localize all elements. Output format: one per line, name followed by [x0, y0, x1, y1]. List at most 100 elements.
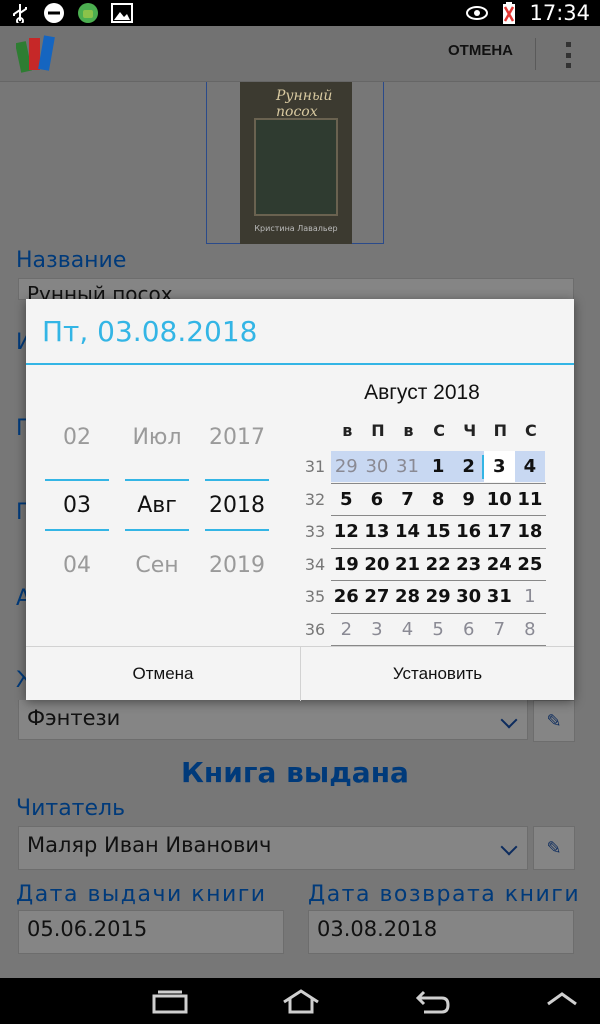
calendar-day[interactable]: 30 [453, 581, 484, 612]
name-label: Название [16, 248, 127, 273]
cover-title: Рунный посох [276, 88, 333, 120]
calendar-day[interactable]: 31 [484, 581, 515, 612]
month-next[interactable]: Сен [125, 553, 189, 578]
calendar-week-row: 33 12 13 14 15 16 17 18 [300, 516, 546, 549]
action-cancel-button[interactable]: ОТМЕНА [448, 42, 513, 59]
weekday-label: П [493, 421, 507, 440]
calendar-day[interactable]: 7 [392, 484, 423, 515]
calendar-day[interactable]: 5 [423, 614, 454, 645]
edit-reader-button[interactable]: ✎ [533, 826, 575, 870]
week-number: 31 [304, 457, 326, 476]
calendar-day[interactable]: 8 [423, 484, 454, 515]
calendar-grid: 31 29 30 31 1 2 3 4 32 5 6 7 8 9 10 11 33 12 13 14 15 16 17 18 3… [300, 451, 546, 646]
status-bar: 17:34 [0, 0, 600, 26]
calendar-day[interactable]: 15 [423, 516, 454, 547]
issue-date-label: Дата выдачи книги [16, 882, 267, 907]
weekday-label: Ч [463, 421, 477, 440]
reader-label: Читатель [16, 796, 126, 821]
calendar-day[interactable]: 3 [484, 451, 515, 482]
calendar-day[interactable]: 1 [515, 581, 546, 612]
calendar-day[interactable]: 20 [362, 549, 393, 580]
do-not-disturb-icon [42, 2, 66, 24]
calendar-day[interactable]: 5 [331, 484, 362, 515]
calendar-day[interactable]: 2 [331, 614, 362, 645]
edit-icon: ✎ [546, 837, 562, 859]
calendar-week-row: 34 19 20 21 22 23 24 25 [300, 549, 546, 581]
action-divider [535, 38, 536, 70]
spinner-divider [205, 479, 269, 481]
calendar-day[interactable]: 6 [453, 614, 484, 645]
spinner-divider [45, 529, 109, 531]
name-field[interactable]: Рунный посох [18, 278, 574, 300]
calendar-day[interactable]: 29 [423, 581, 454, 612]
calendar-day[interactable]: 18 [515, 516, 546, 547]
calendar-day[interactable]: 1 [422, 451, 454, 482]
month-prev[interactable]: Июл [125, 425, 189, 450]
calendar-day[interactable]: 4 [392, 614, 423, 645]
calendar-week-row: 36 2 3 4 5 6 7 8 [300, 614, 546, 646]
reader-value: Маляр Иван Иванович [27, 833, 272, 857]
calendar-day[interactable]: 7 [484, 614, 515, 645]
spinner-divider [205, 529, 269, 531]
calendar-day[interactable]: 8 [515, 614, 546, 645]
selected-day-marker [482, 455, 484, 479]
calendar-day[interactable]: 24 [484, 549, 515, 580]
calendar-day[interactable]: 22 [423, 549, 454, 580]
calendar-day[interactable]: 16 [453, 516, 484, 547]
day-next[interactable]: 04 [45, 553, 109, 578]
calendar-day[interactable]: 28 [392, 581, 423, 612]
calendar-day[interactable]: 3 [362, 614, 393, 645]
calendar-day[interactable]: 26 [331, 581, 362, 612]
calendar-day[interactable]: 2 [453, 451, 484, 482]
home-icon[interactable] [280, 988, 322, 1018]
recent-apps-icon[interactable] [152, 988, 188, 1018]
app-logo-icon[interactable] [14, 32, 58, 76]
day-current[interactable]: 03 [45, 493, 109, 518]
dialog-cancel-button[interactable]: Отмена [26, 647, 300, 701]
name-value: Рунный посох [27, 282, 173, 300]
calendar-day[interactable]: 9 [453, 484, 484, 515]
calendar-day[interactable]: 14 [392, 516, 423, 547]
date-picker-dialog: Пт, 03.08.2018 02 03 04 Июл Авг Сен 2017… [26, 299, 574, 701]
reader-select[interactable]: Маляр Иван Иванович [18, 826, 528, 870]
month-current[interactable]: Авг [125, 493, 189, 518]
calendar-day[interactable]: 4 [514, 451, 546, 482]
calendar-day[interactable]: 10 [484, 484, 515, 515]
issue-date-field[interactable]: 05.06.2015 [18, 910, 284, 954]
calendar-day[interactable]: 21 [392, 549, 423, 580]
android-icon [76, 2, 100, 24]
edit-genre-button[interactable]: ✎ [533, 700, 575, 742]
calendar-day[interactable]: 19 [331, 549, 362, 580]
spinner-divider [125, 529, 189, 531]
calendar-day[interactable]: 17 [484, 516, 515, 547]
calendar-day[interactable]: 6 [362, 484, 393, 515]
year-next[interactable]: 2019 [205, 553, 269, 578]
day-prev[interactable]: 02 [45, 425, 109, 450]
week-number: 35 [304, 587, 326, 606]
back-icon[interactable] [414, 988, 450, 1018]
book-cover-image[interactable]: Рунный посох Кристина Лавальер [240, 82, 352, 244]
return-date-field[interactable]: 03.08.2018 [308, 910, 574, 954]
chevron-up-icon[interactable] [546, 988, 578, 1012]
dialog-title: Пт, 03.08.2018 [42, 315, 258, 348]
calendar-day[interactable]: 29 [331, 451, 362, 482]
calendar-day[interactable]: 25 [515, 549, 546, 580]
genre-select[interactable]: Фэнтези [18, 700, 528, 740]
overflow-menu-icon[interactable] [560, 40, 576, 70]
calendar-day[interactable]: 11 [515, 484, 546, 515]
weekday-label: в [342, 421, 353, 440]
year-prev[interactable]: 2017 [205, 425, 269, 450]
year-current[interactable]: 2018 [205, 493, 269, 518]
calendar-day[interactable]: 12 [331, 516, 362, 547]
calendar-day[interactable]: 23 [453, 549, 484, 580]
dialog-set-button[interactable]: Установить [300, 647, 574, 701]
clock: 17:34 [529, 1, 590, 25]
weekday-label: С [433, 421, 445, 440]
calendar-day[interactable]: 27 [362, 581, 393, 612]
calendar-day[interactable]: 13 [362, 516, 393, 547]
calendar-week-row: 31 29 30 31 1 2 3 4 [300, 451, 546, 484]
weekday-label: П [371, 421, 385, 440]
calendar-day[interactable]: 31 [392, 451, 423, 482]
spinner-divider [125, 479, 189, 481]
calendar-day[interactable]: 30 [361, 451, 393, 482]
